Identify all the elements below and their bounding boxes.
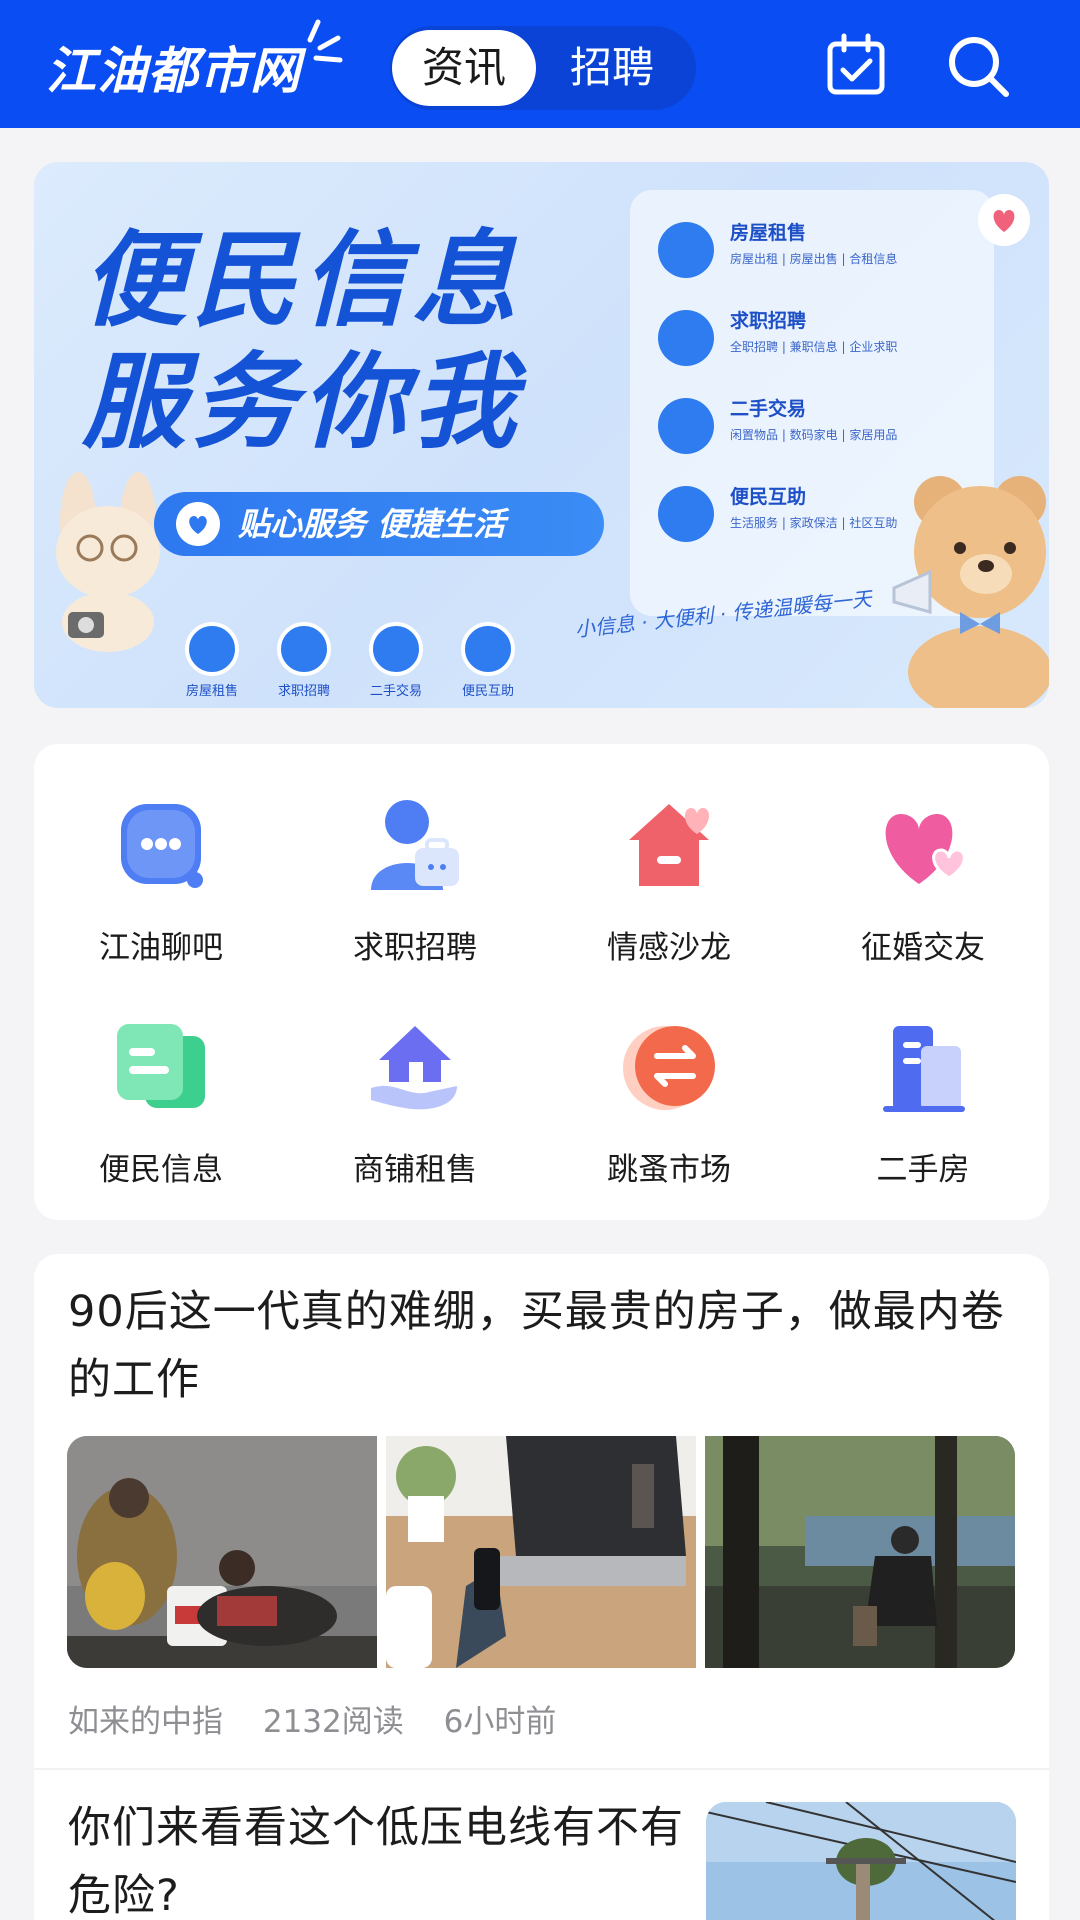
banner-mini-item: 房屋租售 [172,622,252,699]
house-icon [658,222,714,278]
banner-title-line2: 服务你我 [82,341,523,463]
house-icon [185,622,239,676]
calendar-check-icon[interactable] [820,30,892,102]
search-icon[interactable] [942,30,1014,102]
banner-title-line1: 便民信息 [82,219,523,341]
panel-row: 求职招聘 全职招聘 | 兼职信息 | 企业求职 [650,300,976,378]
cart-icon [369,622,423,676]
grid-item-emotion-salon[interactable]: 情感沙龙 [542,744,796,966]
logo-sparkle-icon [307,19,343,63]
news-image-person-sitting[interactable] [705,1436,1015,1668]
grid-item-chat[interactable]: 江油聊吧 [34,744,288,966]
app-logo: 江油都市网 [46,42,301,100]
bunny-mascot-illustration [56,472,160,652]
heart-icon [176,502,220,546]
grid-item-flea-market[interactable]: 跳蚤市场 [542,966,796,1188]
news-image-power-pole[interactable] [706,1802,1016,1920]
top-bar: 江油都市网 资讯 招聘 [0,0,1080,128]
banner-mini-item: 便民互助 [448,622,528,699]
help-icon [461,622,515,676]
grid-item-dating[interactable]: 征婚交友 [796,744,1050,966]
user-briefcase-icon [371,800,459,890]
panel-row: 房屋租售 房屋出租 | 房屋出售 | 合租信息 [650,212,976,290]
banner-mini-item: 二手交易 [356,622,436,699]
briefcase-icon [277,622,331,676]
news-image-people-sleeping[interactable] [67,1436,377,1668]
banner-slogan-pill: 贴心服务 便捷生活 [154,492,604,556]
divider [34,1768,1049,1770]
house-heart-icon [629,804,710,886]
help-icon [658,486,714,542]
hearts-icon [885,814,966,884]
heart-bubble-icon [978,194,1030,246]
tab-jobs[interactable]: 招聘 [540,30,684,106]
news-reads: 2132阅读 [262,1704,404,1740]
tab-news[interactable]: 资讯 [392,30,536,106]
news-time: 6小时前 [443,1704,557,1740]
banner-pill-text: 贴心服务 便捷生活 [238,505,506,543]
news-author[interactable]: 如来的中指 [68,1704,223,1740]
tab-switcher: 资讯 招聘 [390,26,696,110]
panel-row: 二手交易 闲置物品 | 数码家电 | 家居用品 [650,388,976,466]
grid-item-convenience-info[interactable]: 便民信息 [34,966,288,1188]
news-item-title[interactable]: 90后这一代真的难绷，买最贵的房子，做最内卷的工作 [68,1278,1018,1414]
cards-icon [117,1024,205,1108]
hand-house-icon [371,1026,457,1110]
feature-grid: 江油聊吧 求职招聘 情感沙龙 征婚交友 便民信息 商铺租售 跳蚤市场 二手房 [34,744,1049,1220]
bear-mascot-illustration [892,476,1049,708]
grid-item-shop-rental[interactable]: 商铺租售 [288,966,542,1188]
grid-item-jobs[interactable]: 求职招聘 [288,744,542,966]
cart-icon [658,398,714,454]
chat-bubble-icon [121,804,203,888]
briefcase-icon [658,310,714,366]
exchange-icon [623,1026,715,1110]
news-feed: 90后这一代真的难绷，买最贵的房子，做最内卷的工作 如来的中指 2132阅读 6… [34,1254,1049,1920]
grid-item-second-hand-house[interactable]: 二手房 [796,966,1050,1188]
news-meta: 如来的中指 2132阅读 6小时前 [68,1696,586,1741]
building-icon [883,1026,965,1112]
news-image-laptop-phone[interactable] [386,1436,696,1668]
banner-mini-item: 求职招聘 [264,622,344,699]
promo-banner[interactable]: 便民信息 服务你我 贴心服务 便捷生活 房屋租售 求职招聘 二手交易 便民互助 [34,162,1049,708]
news-item-title[interactable]: 你们来看看这个低压电线有不有危险? [68,1794,688,1920]
